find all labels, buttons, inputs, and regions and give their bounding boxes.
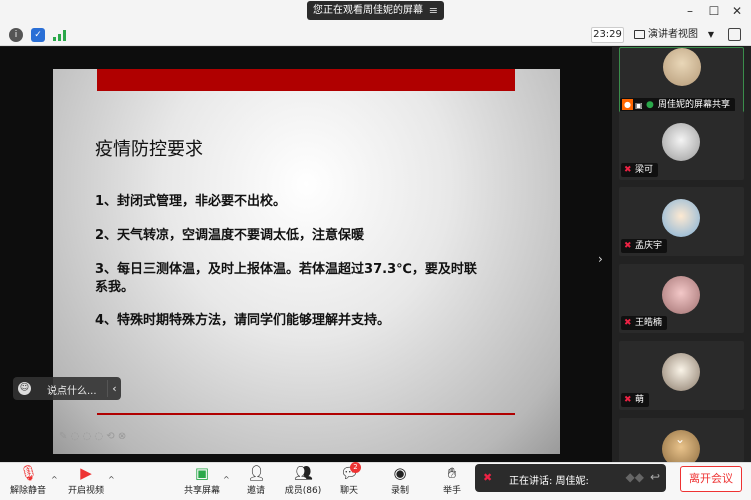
raise-hand-label: 举手 [442, 486, 461, 496]
info-icon[interactable]: i [9, 28, 23, 42]
participant-tile[interactable]: ✖ 萌 [619, 341, 744, 410]
invite-label: 邀请 [246, 486, 265, 496]
annotation-tools-icon[interactable]: ✎ ◌ ◌ ◌ ⟲ ⊗ [59, 431, 126, 442]
participant-name: 王皓楠 [635, 318, 663, 328]
participant-gallery: ● ▣ ● 周佳妮的屏幕共享 ✖ 梁可 ✖ 孟庆宇 ✖ 王皓楠 ✖ 萌 ⌄ [612, 47, 751, 468]
mic-on-icon: ● [646, 100, 654, 110]
view-mode-dropdown[interactable]: 演讲者视图 ▼ [630, 27, 718, 43]
chat-button[interactable]: 💬︎ 2 聊天 [334, 462, 364, 496]
avatar [662, 123, 700, 161]
mic-muted-icon: ✖ [624, 241, 632, 251]
presentation-slide: 疫情防控要求 1、封闭式管理，非必要不出校。 2、天气转凉，空调温度不要调太低，… [53, 69, 560, 454]
share-notice-text: 您正在观看周佳妮的屏幕 [313, 5, 423, 16]
chevron-down-icon[interactable]: ⌄ [675, 432, 685, 446]
invite-button[interactable]: 👤︎ 邀请 [240, 465, 272, 496]
participant-name-bar: ✖ 孟庆宇 [621, 239, 668, 253]
participant-tile[interactable]: ⌄ [619, 418, 744, 468]
participant-name-bar: ● ▣ ● 周佳妮的屏幕共享 [620, 98, 736, 112]
slide-title: 疫情防控要求 [95, 139, 203, 160]
close-icon[interactable]: ✕ [729, 3, 745, 19]
chevron-up-icon[interactable]: ^ [223, 475, 230, 484]
chevron-right-icon[interactable]: › [598, 252, 603, 266]
active-speaker-indicator: ✖ 正在讲话: 周佳妮: ◆◆ ↩ [475, 464, 666, 492]
share-screen-button[interactable]: ▣ 共享屏幕 [180, 465, 224, 496]
participant-name-bar: ✖ 梁可 [621, 163, 659, 177]
mic-muted-icon: ✖ [624, 318, 632, 328]
mic-muted-icon: ✖ [624, 165, 632, 175]
unmute-button[interactable]: 🎙︎ 解除静音 [8, 465, 48, 496]
mic-muted-icon: 🎙︎ [19, 464, 39, 482]
slide-footer-line [97, 413, 515, 415]
chat-badge: 2 [350, 462, 361, 473]
hand-icon: ✋︎ [447, 464, 457, 482]
slide-header-bar [97, 69, 515, 91]
chat-placeholder[interactable]: 说点什么... [47, 382, 97, 397]
quick-chat-box[interactable]: ☺ 说点什么... ‹ [13, 377, 121, 400]
share-screen-icon: ▣ [194, 464, 210, 482]
layout-icon [634, 30, 645, 39]
collapse-icon[interactable]: ↩ [650, 470, 660, 484]
chevron-up-icon[interactable]: ^ [51, 475, 58, 484]
participant-name-bar: ✖ 王皓楠 [621, 316, 668, 330]
participant-tile[interactable]: ✖ 孟庆宇 [619, 187, 744, 256]
avatar [662, 353, 700, 391]
members-label: 成员(86) [284, 486, 322, 496]
shield-icon[interactable]: ✓ [31, 28, 45, 42]
video-off-icon: ▶︎ [80, 464, 92, 482]
chat-label: 聊天 [339, 486, 358, 496]
info-bar: i ✓ 23:29 演讲者视图 ▼ [0, 24, 751, 46]
record-button[interactable]: ◉ 录制 [386, 465, 414, 496]
slide-item-1: 1、封闭式管理，非必要不出校。 [95, 194, 287, 209]
title-bar: 您正在观看周佳妮的屏幕 ≡ – ☐ ✕ [0, 0, 751, 24]
slide-item-4: 4、特殊时期特殊方法，请同学们能够理解并支持。 [95, 313, 391, 328]
mic-muted-icon: ✖ [483, 471, 493, 484]
chevron-up-icon[interactable]: ^ [108, 475, 115, 484]
slide-item-3: 3、每日三测体温，及时上报体温。若体温超过37.3℃，要及时联 [95, 262, 477, 277]
emoji-icon[interactable]: ☺ [18, 382, 31, 395]
chat-icon: 💬︎ 2 [340, 462, 361, 482]
view-mode-label: 演讲者视图 [648, 29, 698, 40]
members-button[interactable]: 👥︎ 成员(86) [283, 465, 323, 496]
participant-tile[interactable]: ✖ 梁可 [619, 111, 744, 180]
screen-share-notice[interactable]: 您正在观看周佳妮的屏幕 ≡ [307, 1, 444, 20]
share-screen-label: 共享屏幕 [183, 486, 220, 496]
fullscreen-icon[interactable] [728, 28, 741, 41]
slide-item-3-cont: 系我。 [95, 280, 135, 295]
add-user-icon: 👤︎ [247, 464, 267, 482]
start-video-label: 开启视频 [67, 486, 104, 496]
start-video-button[interactable]: ▶︎ 开启视频 [66, 465, 106, 496]
maximize-icon[interactable]: ☐ [706, 3, 722, 19]
record-label: 录制 [390, 486, 409, 496]
chevron-down-icon: ▼ [707, 30, 714, 39]
chevron-left-icon[interactable]: ‹ [107, 380, 121, 397]
raise-hand-button[interactable]: ✋︎ 举手 [438, 465, 466, 496]
participant-name: 孟庆宇 [635, 241, 663, 251]
participant-tile[interactable]: ● ▣ ● 周佳妮的屏幕共享 [619, 47, 744, 116]
unmute-label: 解除静音 [9, 486, 46, 496]
slide-item-2: 2、天气转凉，空调温度不要调太低，注意保暖 [95, 228, 365, 243]
record-icon: ◉ [393, 464, 407, 482]
members-icon: 👥︎ [294, 464, 314, 482]
minimize-icon[interactable]: – [682, 3, 698, 19]
speaker-waves-icon: ◆◆ [625, 470, 644, 484]
share-menu-icon[interactable]: ≡ [429, 1, 438, 20]
participant-name: 周佳妮的屏幕共享 [658, 100, 731, 110]
avatar [662, 276, 700, 314]
mic-muted-icon: ✖ [624, 395, 632, 405]
leave-meeting-button[interactable]: 离开会议 [680, 466, 742, 492]
active-speaker-label: 正在讲话: 周佳妮: [509, 476, 589, 487]
avatar [662, 199, 700, 237]
meeting-timer: 23:29 [591, 27, 624, 43]
participant-name: 梁可 [635, 165, 654, 175]
avatar [663, 48, 701, 86]
user-icon: ● [622, 99, 633, 110]
signal-icon[interactable] [53, 30, 67, 41]
participant-tile[interactable]: ✖ 王皓楠 [619, 264, 744, 333]
shared-screen: 疫情防控要求 1、封闭式管理，非必要不出校。 2、天气转凉，空调温度不要调太低，… [0, 47, 612, 462]
participant-name-bar: ✖ 萌 [621, 393, 650, 407]
participant-name: 萌 [635, 395, 645, 405]
